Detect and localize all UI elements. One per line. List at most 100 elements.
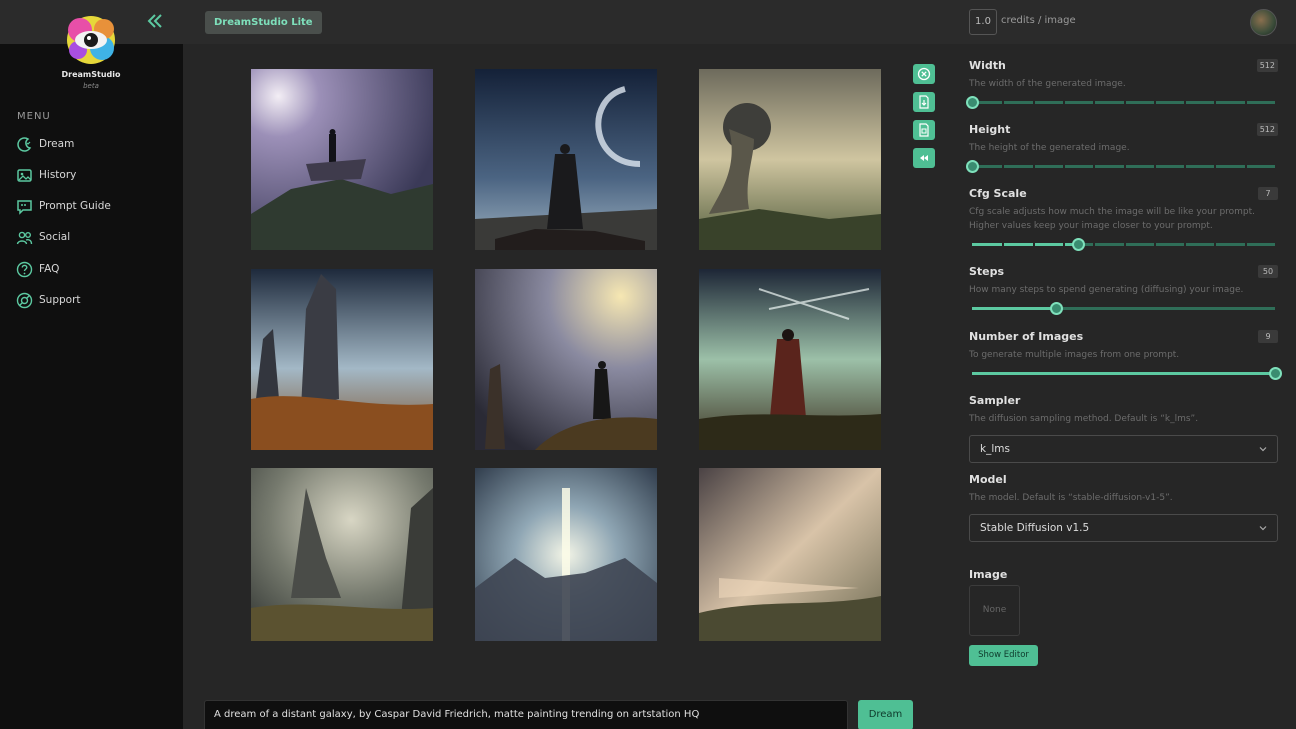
slider-tick [1002, 101, 1005, 104]
sidebar-item-label: FAQ [39, 263, 60, 275]
slider-tick [1032, 165, 1035, 168]
download-button[interactable] [913, 92, 935, 112]
prompt-input[interactable]: A dream of a distant galaxy, by Caspar D… [204, 700, 848, 729]
steps-label: Steps [969, 265, 1005, 278]
slider-tick [1214, 243, 1217, 246]
steps-setting: Steps 50 How many steps to spend generat… [969, 265, 1278, 315]
slider-handle[interactable] [965, 96, 979, 109]
app-window: DreamStudio beta MENU Dream History Prom… [0, 0, 1296, 729]
height-setting: Height 512 The height of the generated i… [965, 123, 1278, 173]
slider-tick [1062, 101, 1065, 104]
slider-tick [1062, 243, 1065, 246]
generated-image-9[interactable] [699, 468, 881, 641]
credits-label: credits / image [1001, 15, 1076, 26]
generated-image-3[interactable] [699, 69, 881, 250]
support-icon [16, 292, 33, 308]
slider-tick [1002, 243, 1005, 246]
cfg-scale-slider[interactable] [969, 237, 1278, 251]
model-select[interactable]: Stable Diffusion v1.5 [969, 514, 1278, 542]
model-setting: Model The model. Default is “stable-diff… [969, 473, 1278, 505]
sidebar-item-prompt-guide[interactable]: Prompt Guide [16, 196, 111, 216]
faq-icon [16, 261, 33, 277]
generated-image-1[interactable] [251, 69, 433, 250]
slider-tick [1123, 101, 1126, 104]
generated-image-2[interactable] [475, 69, 657, 250]
slider-tick [1214, 165, 1217, 168]
slider-tick [1153, 165, 1156, 168]
slider-tick [1093, 165, 1096, 168]
model-selected-value: Stable Diffusion v1.5 [980, 522, 1090, 534]
slider-handle[interactable] [1050, 302, 1064, 315]
generated-image-8[interactable] [475, 468, 657, 641]
num-images-value[interactable]: 9 [1258, 330, 1278, 343]
cfg-description-line-2: Higher values keep your image closer to … [969, 221, 1213, 231]
generated-image-7[interactable] [251, 468, 433, 641]
steps-slider[interactable] [969, 301, 1278, 315]
sidebar: DreamStudio beta MENU Dream History Prom… [0, 0, 183, 729]
top-bar: DreamStudio Lite 1.0 credits / image [183, 0, 1296, 44]
image-actions [913, 64, 935, 176]
collapse-sidebar-icon[interactable] [146, 12, 164, 30]
height-slider[interactable] [965, 159, 1278, 173]
sidebar-item-support[interactable]: Support [16, 290, 81, 310]
slider-tick [1032, 101, 1035, 104]
sidebar-item-label: History [39, 169, 77, 181]
settings-panel: Width 512 The width of the generated ima… [948, 44, 1296, 729]
slider-handle[interactable] [1268, 367, 1282, 380]
steps-value[interactable]: 50 [1258, 265, 1278, 278]
sampler-label: Sampler [969, 394, 1021, 407]
main-area: A dream of a distant galaxy, by Caspar D… [183, 44, 948, 729]
sampler-selected-value: k_lms [980, 443, 1010, 455]
sidebar-item-social[interactable]: Social [16, 227, 70, 247]
slider-tick [1032, 243, 1035, 246]
slider-handle[interactable] [965, 160, 979, 173]
sidebar-item-dream[interactable]: Dream [16, 134, 74, 154]
chevron-down-icon [1259, 447, 1267, 452]
slider-fill [972, 372, 1275, 375]
cfg-scale-value[interactable]: 7 [1258, 187, 1278, 200]
dreamstudio-logo[interactable] [62, 14, 120, 66]
app-badge[interactable]: DreamStudio Lite [205, 11, 322, 34]
model-description: The model. Default is “stable-diffusion-… [969, 493, 1173, 503]
sampler-select[interactable]: k_lms [969, 435, 1278, 463]
generated-image-4[interactable] [251, 269, 433, 450]
avatar[interactable] [1250, 9, 1277, 36]
width-slider[interactable] [965, 95, 1278, 109]
slider-handle[interactable] [1071, 238, 1085, 251]
cfg-scale-description: Cfg scale adjusts how much the image wil… [969, 205, 1278, 233]
slider-tick [1244, 101, 1247, 104]
show-editor-button[interactable]: Show Editor [969, 645, 1038, 666]
num-images-slider[interactable] [969, 366, 1282, 380]
clear-button[interactable] [913, 64, 935, 84]
sidebar-item-history[interactable]: History [16, 165, 76, 185]
sidebar-item-label: Social [39, 231, 71, 243]
height-value[interactable]: 512 [1256, 123, 1278, 136]
generated-image-6[interactable] [699, 269, 881, 450]
image-label: Image [969, 568, 1008, 581]
cfg-scale-label: Cfg Scale [969, 187, 1027, 200]
sampler-description: The diffusion sampling method. Default i… [969, 414, 1199, 424]
dream-button[interactable]: Dream [858, 700, 913, 729]
save-icon [919, 123, 929, 137]
sidebar-item-faq[interactable]: FAQ [16, 259, 59, 279]
menu-title: MENU [17, 111, 51, 122]
rewind-button[interactable] [913, 148, 935, 168]
save-button[interactable] [913, 120, 935, 140]
generated-image-5[interactable] [475, 269, 657, 450]
width-description: The width of the generated image. [969, 79, 1126, 89]
download-icon [919, 95, 929, 109]
sidebar-item-label: Prompt Guide [39, 200, 111, 212]
slider-tick [1093, 243, 1096, 246]
cfg-scale-setting: Cfg Scale 7 Cfg scale adjusts how much t… [969, 187, 1278, 251]
num-images-label: Number of Images [969, 330, 1084, 343]
slider-tick [1093, 101, 1096, 104]
history-icon [17, 168, 32, 182]
width-value[interactable]: 512 [1256, 59, 1278, 72]
image-setting: Image [969, 568, 1278, 581]
slider-tick [1184, 165, 1187, 168]
num-images-description: To generate multiple images from one pro… [969, 350, 1180, 360]
init-image-dropzone[interactable]: None [969, 585, 1020, 636]
brand-name: DreamStudio [61, 70, 121, 79]
steps-description: How many steps to spend generating (diff… [969, 285, 1244, 295]
slider-tick [1184, 243, 1187, 246]
